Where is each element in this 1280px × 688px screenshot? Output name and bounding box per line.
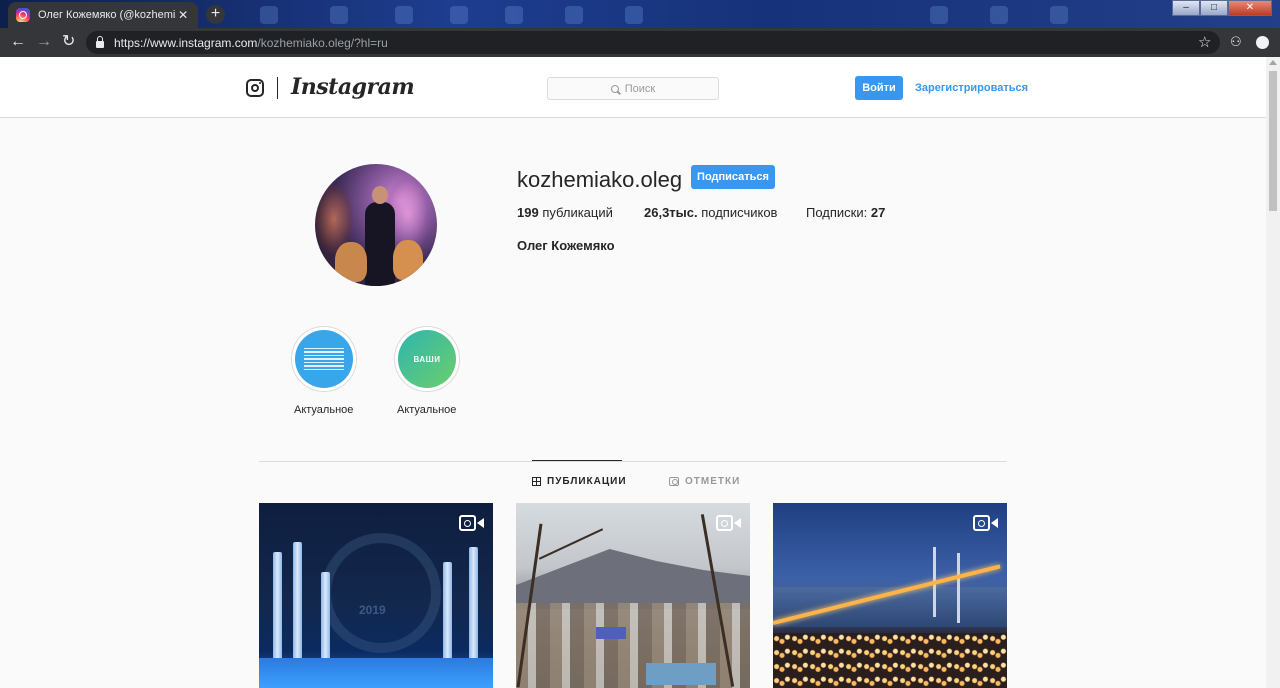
highlight-label: Актуальное — [397, 404, 457, 416]
story-highlight[interactable]: ВАШИ Актуальное — [394, 326, 464, 416]
profile-icon[interactable] — [1256, 36, 1269, 49]
avatar-dog — [335, 242, 367, 282]
bridge-pylon — [957, 553, 960, 623]
highlight-ring — [291, 326, 357, 392]
desktop-decoration — [505, 6, 523, 24]
profile-full-name: Олег Кожемяко — [517, 238, 615, 253]
desktop-decoration — [395, 6, 413, 24]
highlight-cover — [295, 330, 353, 388]
follow-button[interactable]: Подписаться — [691, 165, 775, 189]
profile-avatar[interactable] — [315, 164, 437, 286]
search-input[interactable]: Поиск — [547, 77, 719, 100]
desktop-decoration — [625, 6, 643, 24]
avatar-person — [365, 202, 395, 286]
tab-title: Олег Кожемяко (@kozhemiako.o — [38, 9, 176, 21]
maximize-icon[interactable]: □ — [1200, 0, 1228, 16]
instagram-favicon-icon — [16, 8, 30, 22]
tab-posts-label: ПУБЛИКАЦИИ — [547, 476, 627, 487]
stage-column — [469, 547, 478, 662]
video-icon — [459, 514, 485, 532]
tagged-icon — [669, 477, 679, 486]
instagram-header: Instagram Поиск Войти Зарегистрироваться — [0, 57, 1266, 118]
tab-tagged[interactable]: ОТМЕТКИ — [669, 476, 740, 487]
new-tab-button[interactable]: + — [206, 5, 225, 24]
roof-shape — [596, 627, 626, 639]
forward-arrow-icon[interactable]: → — [36, 33, 52, 51]
tabs-divider — [259, 461, 1007, 462]
browser-tab[interactable]: Олег Кожемяко (@kozhemiako.o ✕ — [8, 2, 198, 28]
video-icon — [973, 514, 999, 532]
stage-column — [443, 562, 452, 662]
search-icon — [610, 84, 619, 93]
close-window-icon[interactable]: ✕ — [1228, 0, 1272, 16]
page-scrollbar[interactable] — [1266, 57, 1280, 688]
minimize-icon[interactable]: – — [1172, 0, 1200, 16]
active-tab-indicator — [532, 460, 622, 461]
login-button[interactable]: Войти — [855, 76, 903, 100]
scroll-up-icon[interactable] — [1269, 60, 1277, 65]
profile-username: kozhemiako.oleg — [517, 167, 683, 192]
signup-link[interactable]: Зарегистрироваться — [915, 82, 1028, 94]
city-lights — [773, 633, 1007, 688]
reload-icon[interactable]: ↻ — [62, 33, 75, 51]
stage-column — [293, 542, 302, 662]
stage-floor — [259, 658, 493, 688]
highlight-label: Актуальное — [294, 404, 354, 416]
followers-stat[interactable]: 26,3тыс. подписчиков — [644, 205, 777, 220]
highlight-cover-text: ВАШИ — [413, 354, 441, 364]
post-thumbnail[interactable]: 2019 — [259, 503, 493, 688]
highlight-cover: ВАШИ — [398, 330, 456, 388]
desktop-decoration — [990, 6, 1008, 24]
tree-branch — [538, 528, 604, 560]
highlight-ring: ВАШИ — [394, 326, 460, 392]
avatar-dog — [393, 240, 423, 280]
instagram-logo[interactable]: Instagram — [291, 74, 415, 100]
desktop-decoration — [930, 6, 948, 24]
following-stat[interactable]: Подписки: 27 — [806, 205, 885, 220]
browser-toolbar: ← → ↻ https://www.instagram.com/kozhemia… — [0, 28, 1280, 57]
scroll-thumb[interactable] — [1269, 71, 1277, 211]
address-bar[interactable]: https://www.instagram.com/kozhemiako.ole… — [86, 31, 1220, 54]
stage-decoration — [321, 533, 441, 653]
desktop-decoration — [1050, 6, 1068, 24]
stage-column — [321, 572, 330, 662]
grid-icon — [532, 477, 541, 486]
tab-posts[interactable]: ПУБЛИКАЦИИ — [532, 476, 627, 487]
post-thumbnail[interactable] — [773, 503, 1007, 688]
story-highlight[interactable]: Актуальное — [291, 326, 361, 416]
logo-divider — [277, 77, 278, 99]
video-icon — [716, 514, 742, 532]
roof-shape — [646, 663, 716, 685]
post-overlay-text: 2019 — [359, 603, 386, 617]
back-arrow-icon[interactable]: ← — [10, 33, 26, 51]
lock-icon — [96, 35, 104, 48]
url-text: https://www.instagram.com/kozhemiako.ole… — [114, 35, 388, 50]
desktop-decoration — [260, 6, 278, 24]
avatar-person-head — [372, 186, 388, 204]
highlight-cover-text-lines — [304, 346, 344, 373]
posts-count-stat: 199 публикаций — [517, 205, 613, 220]
window-controls: – □ ✕ — [1172, 0, 1272, 16]
post-thumbnail[interactable] — [516, 503, 750, 688]
close-tab-icon[interactable]: ✕ — [176, 8, 190, 22]
search-placeholder: Поиск — [624, 82, 656, 95]
stage-column — [273, 552, 282, 662]
instagram-camera-icon[interactable] — [246, 79, 264, 97]
browser-tab-strip: Олег Кожемяко (@kozhemiako.o ✕ + – □ ✕ — [0, 0, 1280, 28]
bookmark-star-icon[interactable]: ☆ — [1198, 33, 1211, 51]
desktop-decoration — [450, 6, 468, 24]
desktop-decoration — [330, 6, 348, 24]
extension-icon[interactable]: ⚇ — [1230, 34, 1242, 50]
tab-tagged-label: ОТМЕТКИ — [685, 476, 741, 487]
desktop-decoration — [565, 6, 583, 24]
